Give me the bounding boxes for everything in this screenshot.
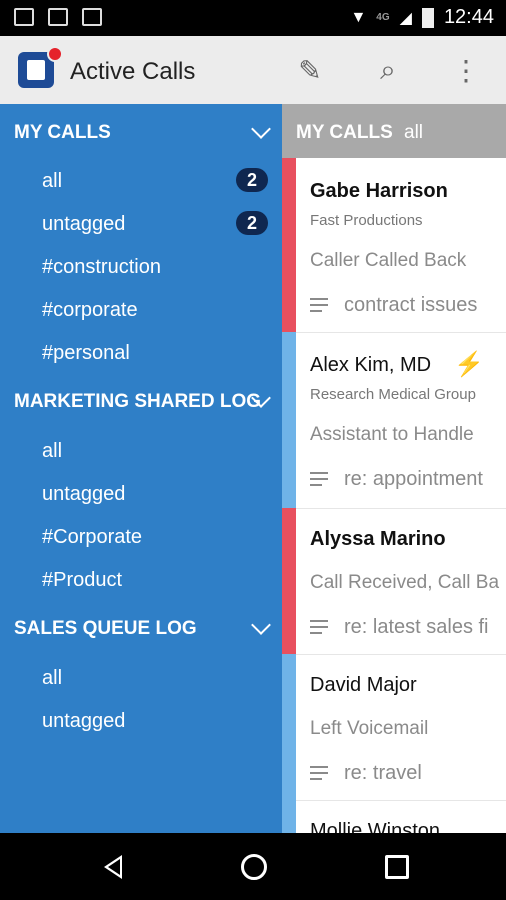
caller-company: Research Medical Group (310, 386, 476, 403)
sidebar-item-all[interactable]: all (42, 170, 62, 193)
caller-name: Gabe Harrison (310, 180, 448, 202)
call-item[interactable]: David Major Left Voicemail re: travel (282, 654, 506, 801)
recent-apps-icon[interactable] (385, 855, 409, 879)
sidebar-item-personal[interactable]: #personal (42, 342, 130, 365)
caller-name: David Major (310, 674, 417, 696)
section-title-marketing[interactable]: MARKETING SHARED LOG (14, 391, 261, 413)
panel-title: MY CALLS (296, 122, 393, 143)
sidebar: MY CALLS all 2 untagged 2 #construction … (0, 104, 282, 833)
camera-icon (82, 8, 102, 26)
notification-icons (14, 8, 102, 26)
notes-icon (310, 766, 328, 780)
call-status-bar (282, 508, 296, 654)
sidebar-item-all[interactable]: all (42, 667, 62, 690)
battery-icon (421, 7, 434, 28)
network-label: 4G (376, 12, 390, 23)
chevron-down-icon[interactable] (251, 615, 271, 635)
caller-name: Alyssa Marino (310, 528, 446, 550)
call-status-bar (282, 158, 296, 332)
sidebar-item-untagged[interactable]: untagged (42, 213, 125, 236)
notes-icon (310, 472, 328, 486)
caller-name: Mollie Winston (310, 820, 441, 833)
sidebar-item-all[interactable]: all (42, 440, 62, 463)
clock: 12:44 (443, 6, 494, 28)
notes-icon (310, 298, 328, 312)
caller-name: Alex Kim, MD (310, 354, 432, 376)
call-item[interactable]: Alex Kim, MD ⚡ Research Medical Group As… (282, 332, 506, 509)
section-title-my-calls[interactable]: MY CALLS (14, 122, 111, 144)
call-status: Assistant to Handle (310, 424, 474, 445)
call-item[interactable]: Mollie Winston (282, 800, 506, 833)
call-note: re: appointment (344, 468, 483, 490)
sidebar-item-product[interactable]: #Product (42, 569, 122, 592)
call-item[interactable]: Alyssa Marino Call Received, Call Ba re:… (282, 508, 506, 655)
panel-header: MY CALLS all (282, 104, 506, 158)
chevron-down-icon[interactable] (251, 119, 271, 139)
search-icon[interactable]: ⌕ (370, 52, 406, 88)
notes-icon (310, 620, 328, 634)
status-bar: ▼ 4G ◢ 12:44 (0, 0, 506, 36)
system-nav-bar (0, 833, 506, 900)
wifi-icon: ▼ (350, 8, 367, 26)
call-note: re: latest sales fi (344, 616, 489, 638)
signal-icon: ◢ (399, 9, 412, 27)
back-icon[interactable] (104, 855, 122, 879)
sidebar-item-construction[interactable]: #construction (42, 256, 161, 279)
section-title-sales-queue[interactable]: SALES QUEUE LOG (14, 618, 197, 640)
call-list-panel: MY CALLS all Gabe Harrison Fast Producti… (282, 104, 506, 833)
notification-dot (47, 46, 63, 62)
call-note: contract issues (344, 294, 478, 316)
edit-pencil-icon[interactable]: ✎ (292, 52, 328, 88)
sidebar-item-untagged[interactable]: untagged (42, 710, 125, 733)
app-bar: Active Calls ✎ ⌕ ⋮ (0, 36, 506, 105)
call-status: Caller Called Back (310, 250, 467, 271)
call-item[interactable]: Gabe Harrison Fast Productions Caller Ca… (282, 158, 506, 333)
sidebar-item-corporate[interactable]: #Corporate (42, 526, 142, 549)
panel-filter: all (404, 122, 424, 143)
call-status-bar (282, 654, 296, 800)
call-status-bar (282, 800, 296, 833)
more-menu-icon[interactable]: ⋮ (448, 52, 484, 88)
sidebar-item-untagged[interactable]: untagged (42, 483, 125, 506)
call-status: Left Voicemail (310, 718, 429, 739)
call-status-bar (282, 332, 296, 508)
call-status: Call Received, Call Ba (310, 572, 500, 593)
caller-company: Fast Productions (310, 212, 423, 229)
gmail-icon (14, 8, 34, 26)
sidebar-item-corporate[interactable]: #corporate (42, 299, 138, 322)
home-icon[interactable] (241, 854, 267, 880)
gallery-icon (48, 8, 68, 26)
app-title: Active Calls (70, 58, 196, 85)
count-badge: 2 (236, 211, 268, 235)
lightning-icon: ⚡ (454, 351, 484, 378)
count-badge: 2 (236, 168, 268, 192)
call-note: re: travel (344, 762, 422, 784)
